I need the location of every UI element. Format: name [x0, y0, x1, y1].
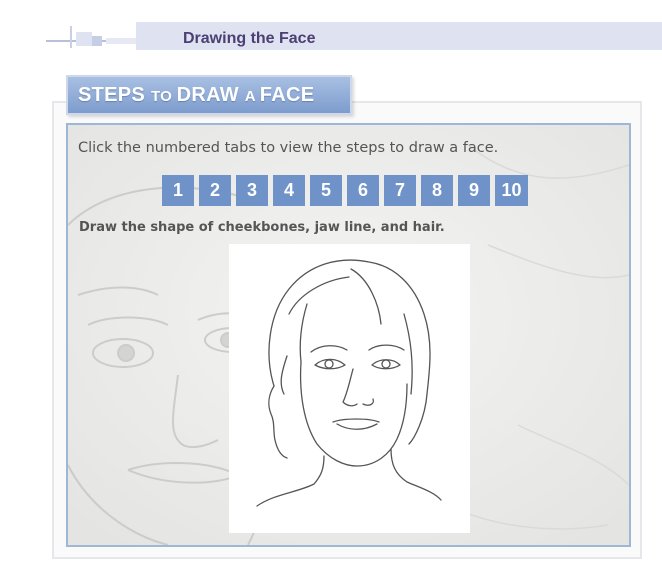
page-title: Drawing the Face: [183, 30, 316, 47]
section-title: STEPS TO DRAW A FACE: [78, 84, 315, 106]
step-tab-10[interactable]: 10: [495, 175, 528, 206]
step-tab-5[interactable]: 5: [310, 175, 342, 206]
step-caption: Draw the shape of cheekbones, jaw line, …: [79, 220, 445, 235]
face-sketch: [256, 259, 442, 507]
step-tab-3[interactable]: 3: [236, 175, 268, 206]
step-tab-2[interactable]: 2: [199, 175, 231, 206]
step-tabs: 1 2 3 4 5 6 7 8 9 10: [162, 175, 528, 206]
face-drawing-image: [229, 244, 470, 533]
step-tab-7[interactable]: 7: [384, 175, 416, 206]
step-tab-6[interactable]: 6: [347, 175, 379, 206]
step-tab-8[interactable]: 8: [421, 175, 453, 206]
instruction-text: Click the numbered tabs to view the step…: [78, 140, 499, 156]
steps-title-tab: STEPS TO DRAW A FACE: [66, 75, 352, 115]
step-tab-9[interactable]: 9: [458, 175, 490, 206]
header-decoration: [46, 26, 138, 48]
step-tab-4[interactable]: 4: [273, 175, 305, 206]
step-tab-1[interactable]: 1: [162, 175, 194, 206]
